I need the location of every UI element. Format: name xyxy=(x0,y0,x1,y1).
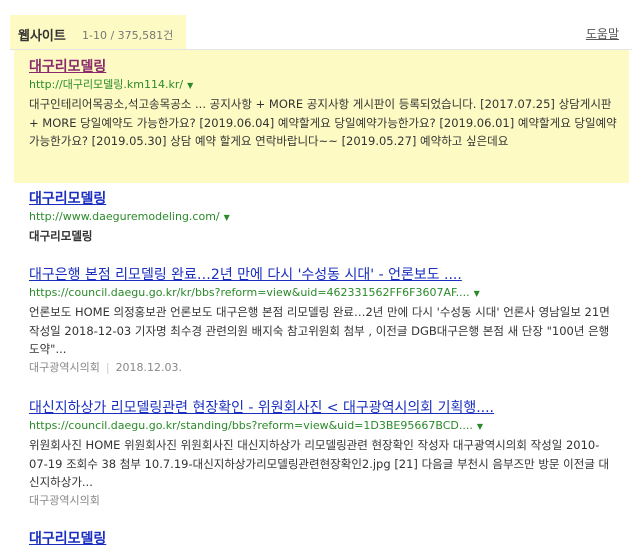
result-title[interactable]: 대구리모델링 xyxy=(29,190,617,208)
dropdown-arrow-icon[interactable]: ▼ xyxy=(474,289,480,298)
result-url[interactable]: https://council.daegu.go.kr/standing/bbs… xyxy=(29,417,617,436)
result-snippet: 대구인테리어목공소,석고송목공소 ... 공지사항 + MORE 공지사항 게시… xyxy=(29,97,617,148)
section-title: 웹사이트 xyxy=(18,29,66,44)
result-title[interactable]: 대구리모델링 xyxy=(29,530,617,546)
result-title[interactable]: 대신지하상가 리모델링관련 현장확인 - 위원회사진 < 대구광역시의회 기획행… xyxy=(29,399,617,417)
dropdown-arrow-icon[interactable]: ▼ xyxy=(224,213,230,222)
result-source: 대구광역시의회 xyxy=(29,493,100,507)
meta-separator: | xyxy=(105,360,110,374)
result-count: 1-10 / 375,581건 xyxy=(82,29,174,42)
dropdown-arrow-icon[interactable]: ▼ xyxy=(477,422,483,431)
result-snippet: 위원회사진 HOME 위원회사진 위원회사진 대신지하상가 리모델링관련 현장확… xyxy=(29,438,610,489)
result-source: 대구광역시의회 xyxy=(29,360,100,374)
result-snippet: 언론보도 HOME 의정홍보관 언론보도 대구은행 본점 리모델링 완료…2년 … xyxy=(29,305,610,356)
result-meta: 대구광역시의회 xyxy=(29,492,617,510)
result-url[interactable]: https://council.daegu.go.kr/kr/bbs?refor… xyxy=(29,284,617,303)
dropdown-arrow-icon[interactable]: ▼ xyxy=(187,81,193,90)
result-url[interactable]: http://www.daeguremodeling.com/▼ xyxy=(29,208,617,227)
result-meta: 대구광역시의회 | 2018.12.03. xyxy=(29,359,617,377)
result-url[interactable]: http://대구리모델링.km114.kr/▼ xyxy=(29,76,617,95)
result-snippet: 대구리모델링 xyxy=(29,229,93,243)
help-link[interactable]: 도움말 xyxy=(586,25,619,42)
search-result-1: 대구리모델링 http://대구리모델링.km114.kr/▼ 대구인테리어목공… xyxy=(14,50,629,183)
result-title[interactable]: 대구리모델링 xyxy=(29,58,617,76)
result-date: 2018.12.03. xyxy=(115,360,183,374)
result-title[interactable]: 대구은행 본점 리모델링 완료…2년 만에 다시 '수성동 시대' - 언론보도… xyxy=(29,266,617,284)
